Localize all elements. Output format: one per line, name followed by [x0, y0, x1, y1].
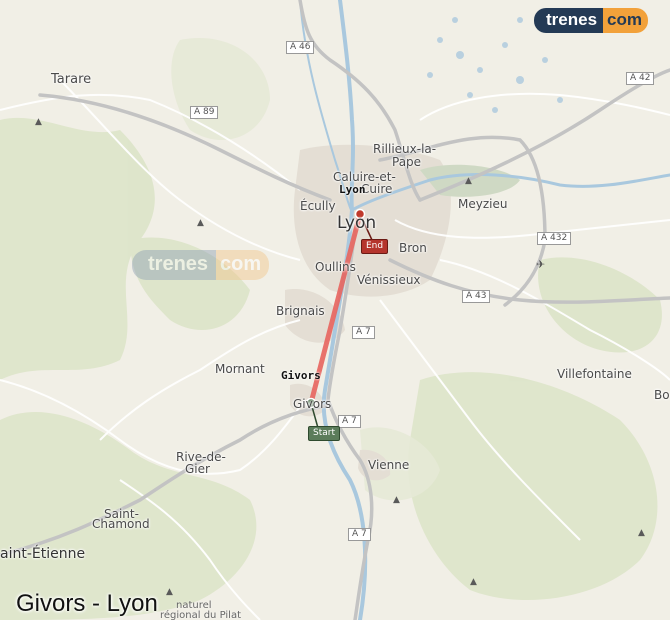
- place-brignais: Brignais: [276, 304, 325, 318]
- map-canvas[interactable]: ▲ ▲ ▲ ▲ ▲ ▲ ▲ ✈ Tarare Rillieux-la- Pape…: [0, 0, 670, 620]
- place-ecully: Écully: [300, 199, 336, 213]
- destination-station-label: Lyon: [339, 183, 366, 196]
- tree-icon: ▲: [470, 577, 477, 587]
- road-shield-a432: A 432: [537, 232, 572, 245]
- watermark-part2: com: [216, 250, 270, 280]
- place-venissieux: Vénissieux: [357, 273, 421, 287]
- place-saint-etienne: aint-Étienne: [0, 546, 86, 562]
- place-rillieux: Rillieux-la-: [373, 142, 437, 156]
- road-shield-a46: A 46: [286, 41, 315, 54]
- place-tarare: Tarare: [51, 72, 92, 87]
- watermark-part1: trenes: [132, 250, 217, 280]
- origin-station-label: Givors: [281, 369, 321, 382]
- place-oullins: Oullins: [315, 260, 356, 274]
- start-tag: Start: [308, 426, 340, 441]
- road-shield-a43: A 43: [462, 290, 491, 303]
- logo-part1: trenes: [534, 8, 604, 33]
- brand-watermark: trenes com: [132, 250, 270, 280]
- road-shield-a42: A 42: [626, 72, 655, 85]
- end-tag: End: [361, 239, 389, 254]
- logo-part2: com: [603, 8, 648, 33]
- tree-icon: ▲: [197, 218, 204, 228]
- place-villefontaine: Villefontaine: [557, 367, 632, 381]
- place-rive-de-gier-2: Gier: [185, 462, 210, 476]
- place-bo: Bo: [654, 388, 670, 402]
- place-meyzieu: Meyzieu: [458, 197, 508, 211]
- place-lyon: Lyon: [337, 213, 377, 233]
- place-bron: Bron: [399, 241, 427, 255]
- place-rillieux-2: Pape: [392, 155, 422, 169]
- place-vienne: Vienne: [368, 458, 410, 472]
- road-shield-a7-north: A 7: [352, 326, 375, 339]
- brand-logo[interactable]: trenes com: [534, 8, 648, 33]
- road-shield-a7-mid: A 7: [338, 415, 361, 428]
- place-mornant: Mornant: [215, 362, 265, 376]
- airport-icon: ✈: [536, 258, 545, 271]
- tree-icon: ▲: [465, 176, 472, 186]
- tree-icon: ▲: [393, 495, 400, 505]
- place-givors: Givors: [293, 397, 332, 411]
- place-pilat-2: régional du Pilat: [160, 610, 241, 620]
- route-title: Givors - Lyon: [16, 590, 158, 617]
- tree-icon: ▲: [35, 117, 42, 127]
- road-shield-a89: A 89: [190, 106, 219, 119]
- tree-icon: ▲: [638, 528, 645, 538]
- road-shield-a7-south: A 7: [348, 528, 371, 541]
- tree-icon: ▲: [166, 587, 173, 597]
- place-saint-chamond-2: Chamond: [92, 517, 150, 531]
